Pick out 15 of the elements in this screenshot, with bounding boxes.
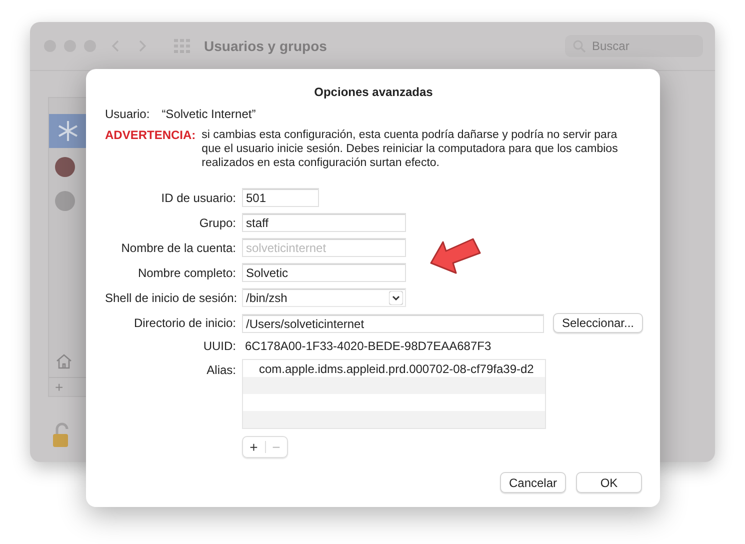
uuid-value: 6C178A00-1F33-4020-BEDE-98D7EAA687F3 bbox=[244, 339, 492, 353]
dialog-title: Opciones avanzadas bbox=[313, 85, 434, 99]
uuid-label: UUID: bbox=[202, 339, 236, 353]
field-label: Directorio de inicio: bbox=[132, 316, 236, 330]
user-name: “Solvetic Internet” bbox=[162, 107, 256, 121]
warning-text: si cambias esta configuración, esta cuenta podría dañarse y podría no servir para que el usuario inicie sesión. Debes reiniciar la computadora para que los cambios realizados en esta configuración surtan efecto. bbox=[202, 128, 619, 170]
field-label: ID de usuario: bbox=[160, 190, 236, 204]
alias-label: Alias: bbox=[206, 362, 236, 377]
warning-label: ADVERTENCIA: bbox=[105, 128, 196, 144]
field-label: Grupo: bbox=[198, 216, 236, 230]
field-label: Shell de inicio de sesión: bbox=[105, 290, 236, 304]
field-label: Nombre completo: bbox=[136, 266, 236, 280]
user-label: Usuario: bbox=[105, 107, 150, 121]
window-title: Usuarios y grupos bbox=[204, 38, 327, 54]
field-label: Nombre de la cuenta: bbox=[120, 240, 236, 254]
